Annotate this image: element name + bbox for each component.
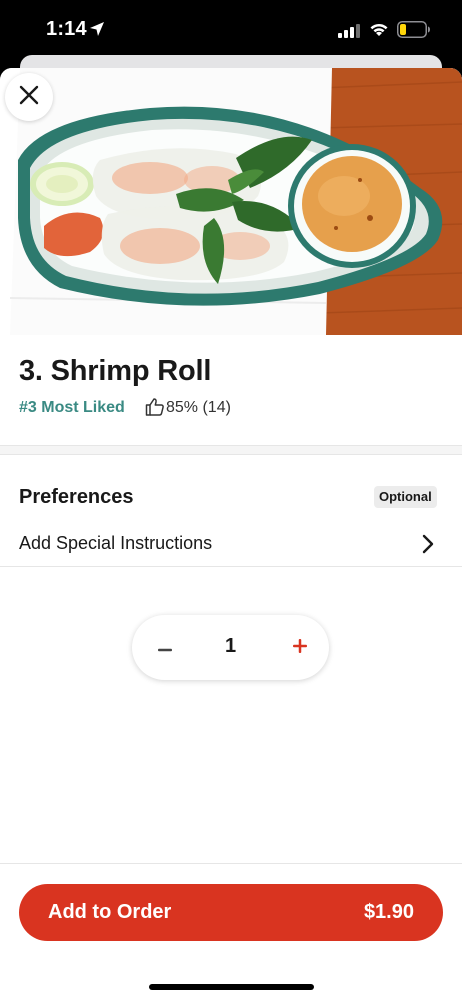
increase-quantity-button[interactable] [283,631,317,665]
special-instructions-label: Add Special Instructions [19,533,213,553]
divider [0,566,462,567]
close-icon [19,85,39,110]
wifi-icon [369,21,389,42]
battery-low-icon [397,21,431,43]
status-time: 1:14 [46,18,87,40]
divider [0,863,462,864]
add-to-order-label: Add to Order [48,901,172,923]
section-gap [0,446,462,455]
quantity-stepper: 1 [132,615,329,680]
close-button[interactable] [5,73,53,121]
rating-text: 85% (14) [166,399,231,416]
chevron-right-icon [421,533,435,560]
optional-badge: Optional [374,486,437,508]
location-arrow-icon [89,21,105,42]
home-indicator[interactable] [149,984,314,990]
item-detail-sheet: 3. Shrimp Roll #3 Most Liked 85% (14) Pr… [0,68,462,1000]
preferences-heading: Preferences [19,486,134,508]
plus-icon [293,638,307,658]
add-to-order-button[interactable]: Add to Order $1.90 [19,884,443,941]
item-photo [0,68,462,335]
cellular-signal-icon [338,24,360,43]
order-price: $1.90 [363,901,414,923]
add-special-instructions-row[interactable]: Add Special Instructions [0,523,462,567]
status-bar: 1:14 [0,0,462,58]
item-title: 3. Shrimp Roll [19,355,212,387]
most-liked-rank: #3 Most Liked [19,399,125,416]
thumbs-up-icon [145,397,165,422]
